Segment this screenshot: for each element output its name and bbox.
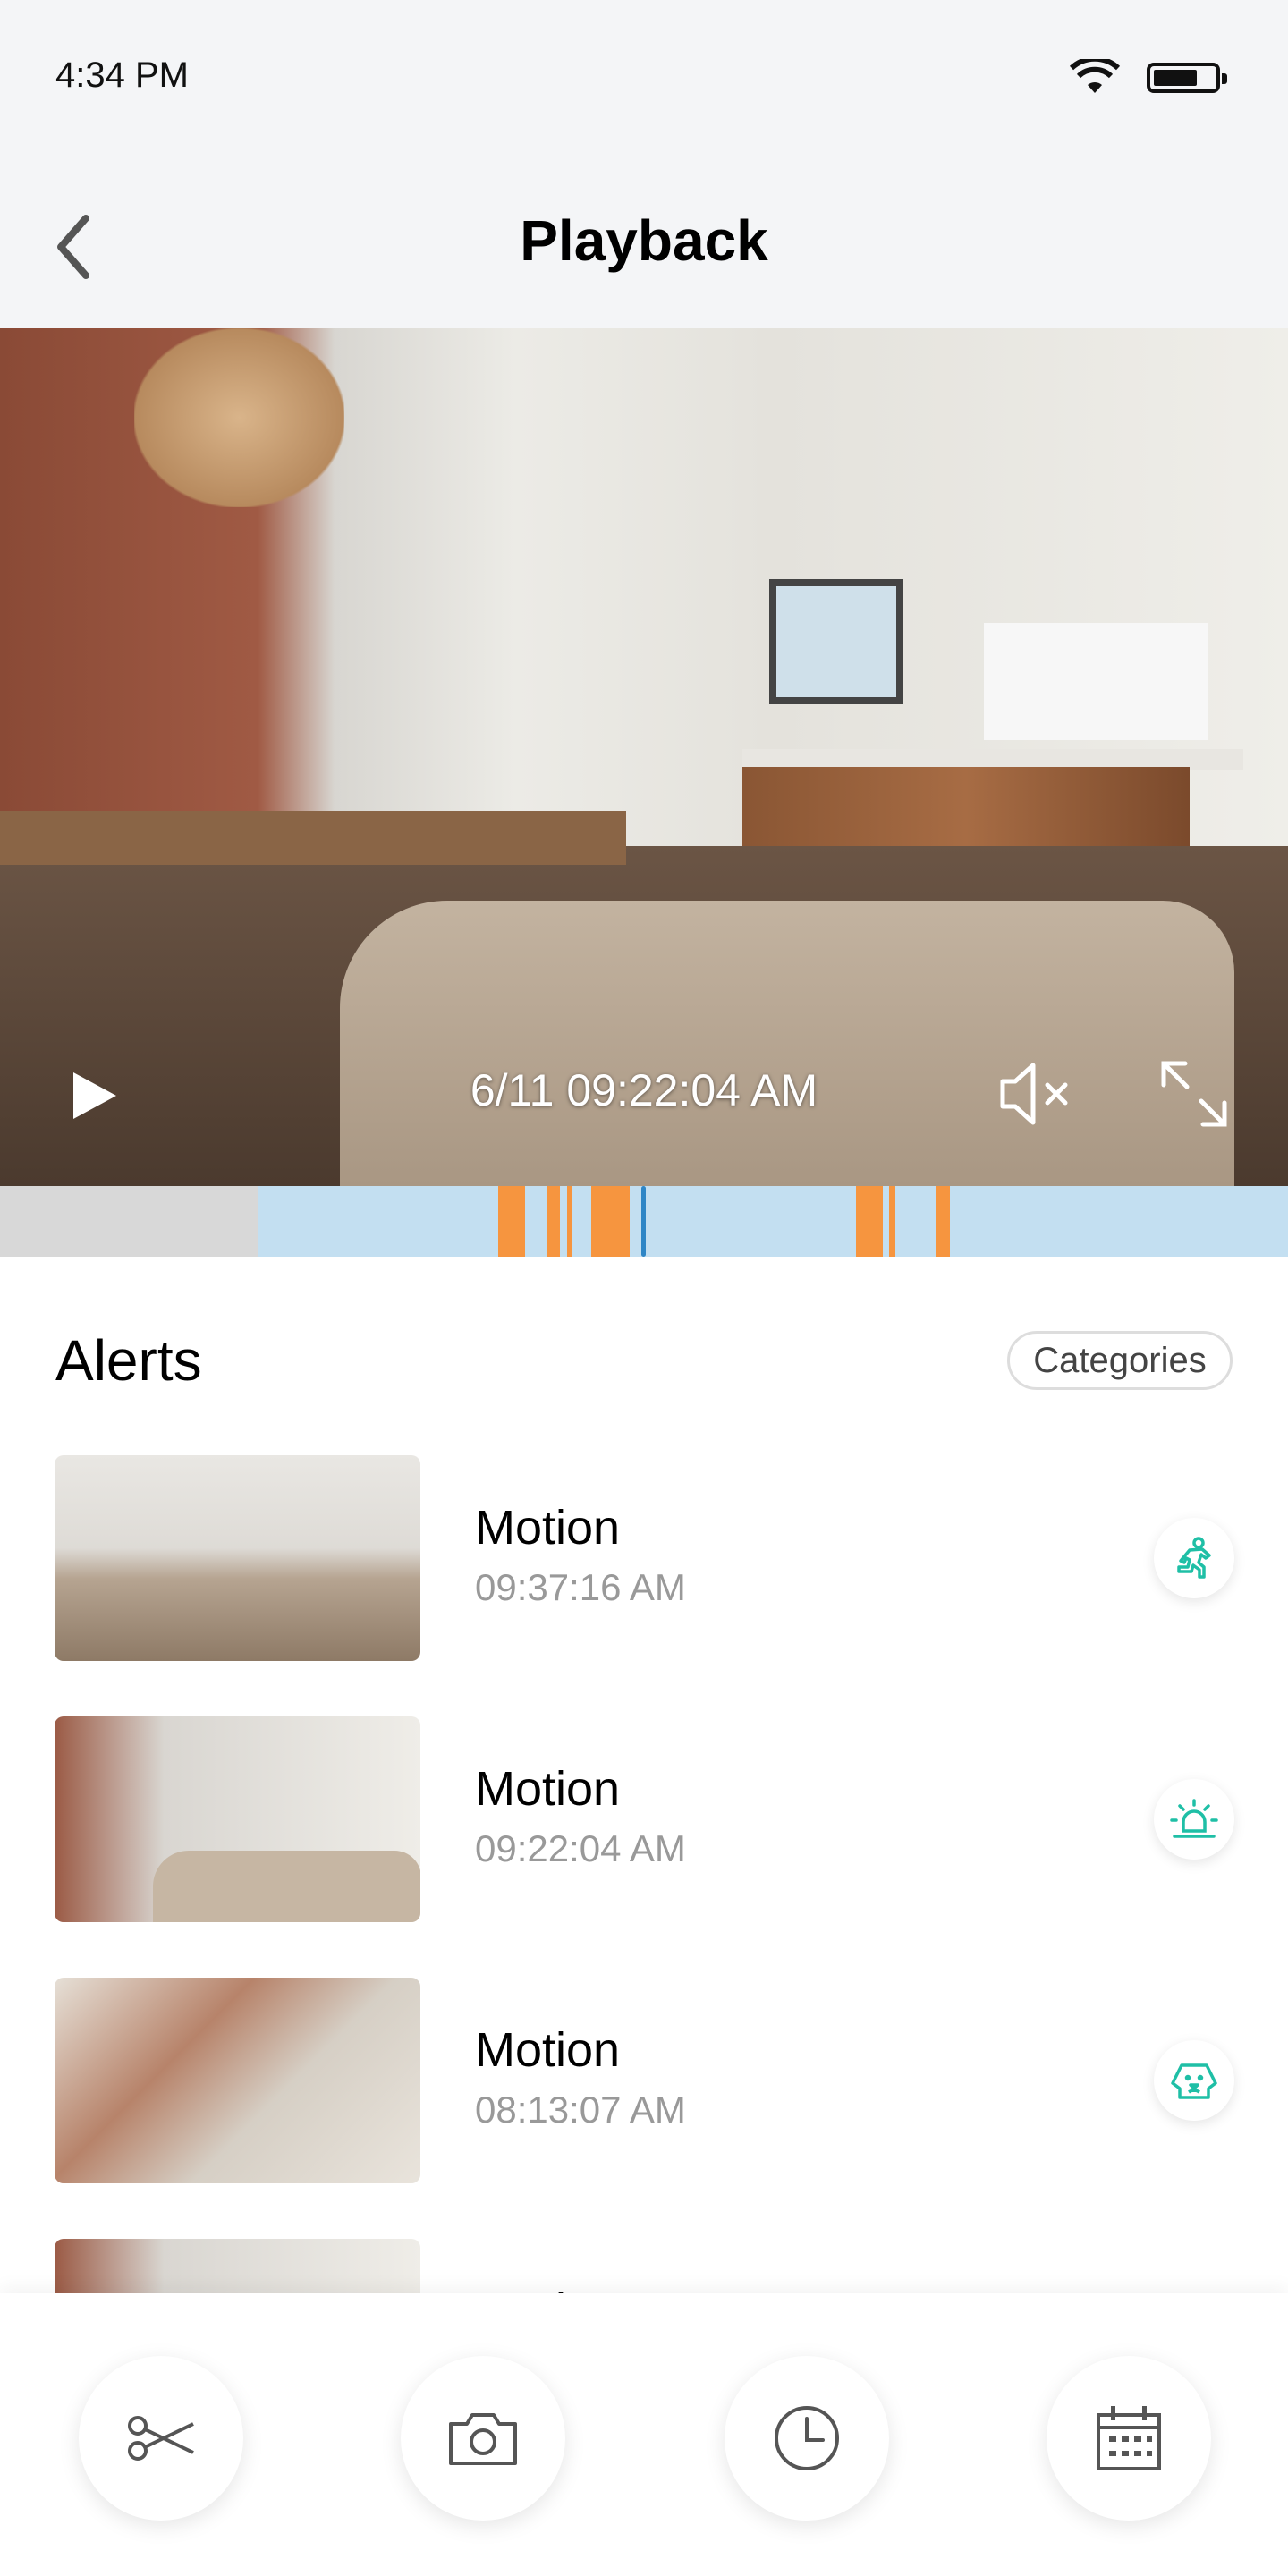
alert-time: 09:37:16 AM: [475, 1566, 686, 1608]
alert-item[interactable]: Motion 08:13:07 AM: [0, 1978, 1288, 2183]
person-running-icon: [1154, 1518, 1234, 1598]
calendar-icon: [1097, 2406, 1161, 2470]
playback-timestamp: 6/11 09:22:04 AM: [470, 1065, 818, 1115]
event-segment[interactable]: [498, 1186, 525, 1257]
alert-item[interactable]: Motion 09:22:04 AM: [0, 1716, 1288, 1922]
alert-item[interactable]: Motion 09:37:16 AM: [0, 1455, 1288, 1661]
alert-time: 08:13:07 AM: [475, 2089, 686, 2131]
clip-button[interactable]: [79, 2356, 243, 2521]
event-segment[interactable]: [856, 1186, 883, 1257]
fullscreen-button[interactable]: [1158, 1058, 1230, 1130]
categories-button[interactable]: Categories: [1007, 1331, 1233, 1390]
page-title: Playback: [520, 208, 768, 273]
top-bar: 4:34 PM Playback: [0, 0, 1288, 328]
video-player[interactable]: [0, 328, 1288, 1186]
alert-title: Motion: [475, 1501, 621, 1555]
alert-thumbnail: [55, 1716, 420, 1922]
dog-face-icon: [1154, 2040, 1234, 2121]
alert-thumbnail: [55, 1455, 420, 1661]
camera-icon: [449, 2413, 517, 2465]
playback-timeline[interactable]: [0, 1186, 1288, 1257]
event-segment[interactable]: [567, 1186, 572, 1257]
alert-title: Motion: [475, 1762, 621, 1816]
event-segment[interactable]: [547, 1186, 560, 1257]
scissors-icon: [128, 2416, 194, 2461]
alert-title: Motion: [475, 2023, 621, 2077]
history-button[interactable]: [724, 2356, 889, 2521]
timeline-cursor[interactable]: [641, 1186, 646, 1257]
event-segment[interactable]: [591, 1186, 630, 1257]
event-segment[interactable]: [889, 1186, 895, 1257]
mute-button[interactable]: [997, 1058, 1078, 1130]
calendar-button[interactable]: [1046, 2356, 1211, 2521]
alert-time: 09:22:04 AM: [475, 1827, 686, 1869]
snapshot-button[interactable]: [401, 2356, 565, 2521]
no-recording-segment: [0, 1186, 258, 1257]
event-segment[interactable]: [936, 1186, 950, 1257]
wifi-icon: [1070, 59, 1120, 93]
battery-icon: [1147, 63, 1227, 93]
alerts-heading: Alerts: [55, 1328, 202, 1393]
alert-thumbnail: [55, 1978, 420, 2183]
clock-icon: [775, 2406, 839, 2470]
bottom-toolbar: [0, 2293, 1288, 2576]
siren-icon: [1154, 1779, 1234, 1860]
status-time: 4:34 PM: [55, 55, 189, 95]
